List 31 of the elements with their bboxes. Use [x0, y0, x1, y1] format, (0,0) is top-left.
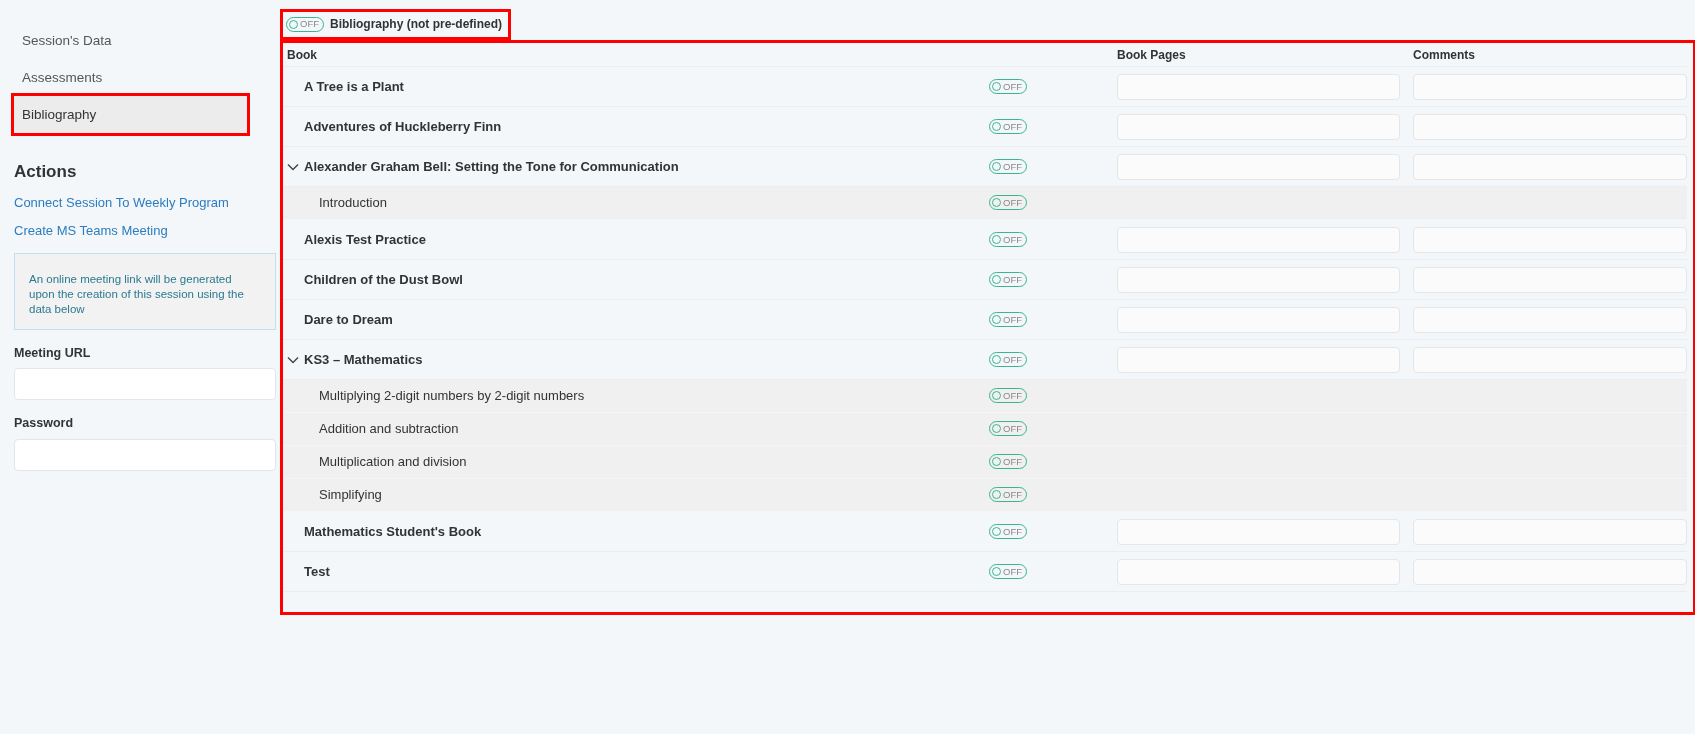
toggle-label: Bibliography (not pre-defined): [330, 16, 502, 33]
input-field[interactable]: [14, 368, 276, 401]
info-note: An online meeting link will be generated upon the creation of this session using the data below: [14, 252, 276, 330]
book-title: Adventures of Huckleberry Finn: [304, 117, 503, 136]
column-header: Book Pages: [1116, 46, 1187, 64]
book-title: Children of the Dust Bowl: [304, 270, 464, 289]
sidebar-item[interactable]: Session's Data: [14, 22, 247, 59]
chapter-title: Simplifying: [318, 486, 383, 505]
chevron-down-icon[interactable]: [287, 162, 299, 171]
sidebar-item[interactable]: Bibliography: [14, 96, 247, 133]
field-label: Meeting URL: [14, 344, 92, 362]
column-header: Book: [286, 46, 318, 64]
chapter-title: Introduction: [318, 194, 388, 213]
chapter-title: Addition and subtraction: [318, 420, 460, 439]
field-label: Password: [14, 415, 75, 433]
sidebar-item[interactable]: Assessments: [14, 59, 247, 96]
book-title: A Tree is a Plant: [304, 77, 405, 96]
actions-heading: Actions: [14, 161, 78, 183]
action-link[interactable]: Connect Session To Weekly Program: [14, 188, 277, 217]
chapter-title: Multiplying 2-digit numbers by 2-digit numbers: [318, 387, 586, 406]
input-field[interactable]: [14, 439, 276, 471]
chevron-down-icon[interactable]: [287, 355, 299, 364]
chapter-title: Multiplication and division: [318, 453, 468, 472]
book-title: Alexis Test Practice: [304, 230, 427, 249]
book-title: Test: [304, 562, 331, 581]
column-header: Comments: [1412, 46, 1476, 64]
book-title: KS3 – Mathematics: [304, 350, 424, 369]
book-title: Alexander Graham Bell: Setting the Tone for Communication: [304, 157, 680, 176]
action-link[interactable]: Create MS Teams Meeting: [14, 216, 277, 245]
book-title: Dare to Dream: [304, 310, 394, 329]
book-title: Mathematics Student's Book: [304, 522, 483, 541]
